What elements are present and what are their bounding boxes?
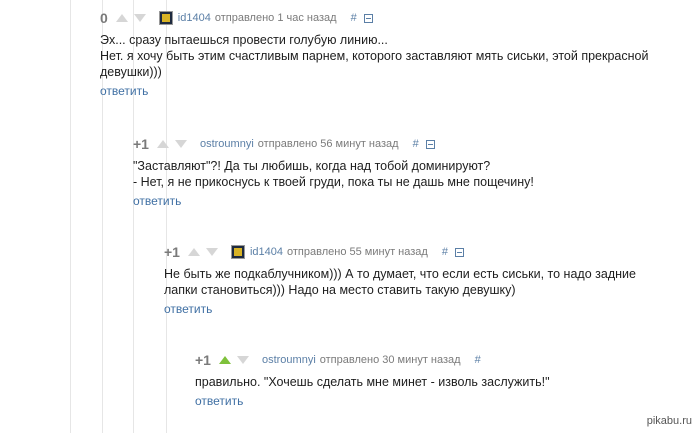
comment: +1 id1404 отправлено 55 минут назад # Не…	[164, 244, 636, 318]
comment-text: Эх... сразу пытаешься провести голубую л…	[100, 32, 648, 80]
permalink[interactable]: #	[413, 138, 419, 150]
comment-text-line: Нет. я хочу быть этим счастливым парнем,…	[100, 49, 649, 63]
arrow-up-icon[interactable]	[187, 247, 201, 257]
arrow-down-icon[interactable]	[174, 139, 188, 149]
reply-link[interactable]: ответить	[164, 302, 212, 316]
comment-author[interactable]: ostroumnyi	[262, 354, 316, 366]
minus-box-icon[interactable]	[363, 13, 373, 23]
minus-box-icon[interactable]	[454, 247, 464, 257]
arrow-down-icon[interactable]	[236, 355, 250, 365]
comment-text-line: лапки становиться))) Надо на место стави…	[164, 283, 516, 297]
comment-header: +1 ostroumnyi отправлено 56 минут назад …	[133, 136, 534, 152]
reply-link[interactable]: ответить	[100, 84, 148, 98]
comment-header: 0 id1404 отправлено 1 час назад #	[100, 10, 648, 26]
comment-rating: +1	[133, 136, 149, 152]
arrow-down-icon[interactable]	[205, 247, 219, 257]
comment-time: отправлено 56 минут назад	[257, 138, 399, 150]
arrow-up-icon[interactable]	[115, 13, 129, 23]
comment-text: правильно. "Хочешь сделать мне минет - и…	[195, 374, 550, 390]
comment-time: отправлено 30 минут назад	[319, 354, 461, 366]
comment-text-line: Эх... сразу пытаешься провести голубую л…	[100, 33, 388, 47]
comment-text-line: "Заставляют"?! Да ты любишь, когда над т…	[133, 159, 491, 173]
thread-line	[70, 0, 71, 433]
comment-author[interactable]: id1404	[178, 12, 211, 24]
comment-author[interactable]: ostroumnyi	[200, 138, 254, 150]
reply-link[interactable]: ответить	[195, 394, 243, 408]
comment-header: +1 ostroumnyi отправлено 30 минут назад …	[195, 352, 550, 368]
watermark: pikabu.ru	[646, 415, 692, 427]
comment-author[interactable]: id1404	[250, 246, 283, 258]
arrow-up-icon[interactable]	[218, 355, 232, 365]
avatar[interactable]	[158, 11, 173, 25]
comment-rating: 0	[100, 10, 108, 26]
arrow-up-icon[interactable]	[156, 139, 170, 149]
arrow-down-icon[interactable]	[133, 13, 147, 23]
comment-text-line: Не быть же подкаблучником))) А то думает…	[164, 267, 636, 281]
comment: +1 ostroumnyi отправлено 30 минут назад …	[195, 352, 550, 410]
reply-link[interactable]: ответить	[133, 194, 181, 208]
comment-text-line: - Нет, я не прикоснусь к твоей груди, по…	[133, 175, 534, 189]
comment: 0 id1404 отправлено 1 час назад # Эх... …	[100, 10, 648, 100]
minus-box-icon[interactable]	[425, 139, 435, 149]
comment: +1 ostroumnyi отправлено 56 минут назад …	[133, 136, 534, 210]
permalink[interactable]: #	[475, 354, 481, 366]
comment-rating: +1	[195, 352, 211, 368]
permalink[interactable]: #	[351, 12, 357, 24]
comment-header: +1 id1404 отправлено 55 минут назад #	[164, 244, 636, 260]
avatar[interactable]	[230, 245, 245, 259]
comment-rating: +1	[164, 244, 180, 260]
permalink[interactable]: #	[442, 246, 448, 258]
comment-time: отправлено 1 час назад	[214, 12, 337, 24]
comment-text-line: правильно. "Хочешь сделать мне минет - и…	[195, 375, 550, 389]
comment-text: Не быть же подкаблучником))) А то думает…	[164, 266, 636, 298]
comment-text-line: девушки)))	[100, 65, 162, 79]
comment-time: отправлено 55 минут назад	[287, 246, 428, 258]
comment-text: "Заставляют"?! Да ты любишь, когда над т…	[133, 158, 534, 190]
